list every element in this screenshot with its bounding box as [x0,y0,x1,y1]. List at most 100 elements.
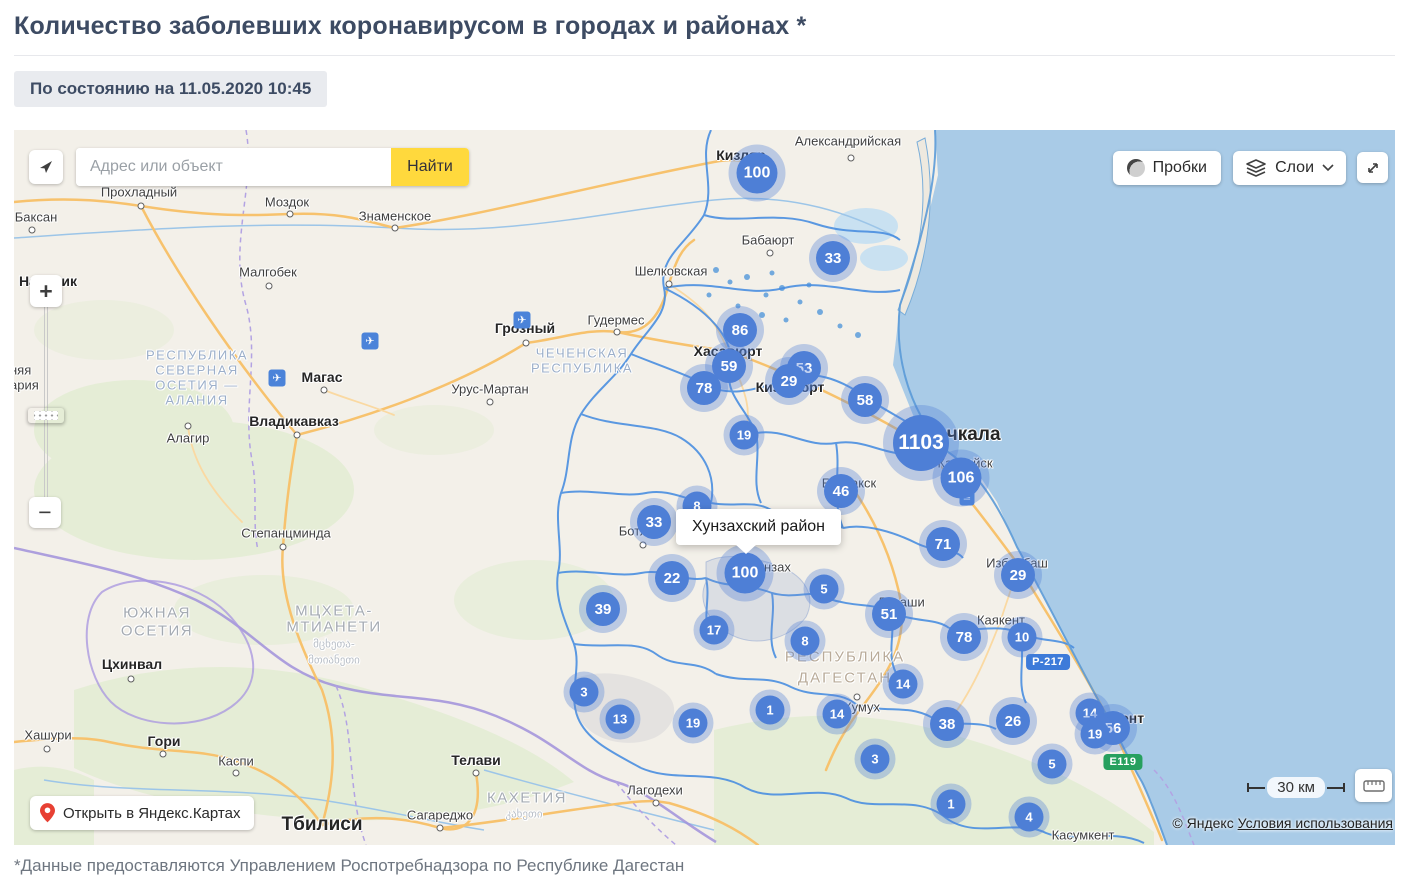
district-tooltip-text: Хунзахский район [692,518,825,535]
scale-line [1249,787,1265,789]
town-dot [287,211,294,218]
cluster-marker[interactable]: 100 [737,153,778,194]
map-place-label: Малгобек [239,265,297,280]
zoom-slider-handle[interactable] [27,407,65,424]
town-dot [473,770,480,777]
cluster-marker[interactable]: 19 [1081,720,1110,749]
cluster-marker[interactable]: 22 [655,561,689,595]
map-place-label: Бабаюрт [742,233,795,248]
zoom-in-button[interactable]: + [30,275,62,307]
road-badge: Е119 [1103,754,1142,770]
map-place-label: Знаменское [359,209,431,224]
cluster-marker[interactable]: 29 [772,364,806,398]
town-dot [640,542,647,549]
airport-icon: ✈ [269,370,286,387]
zoom-out-button[interactable]: − [29,497,61,528]
district-tooltip: Хунзахский район [676,509,841,545]
map-place-label: Касумкент [1052,828,1115,843]
header-divider [14,55,1395,56]
town-dot [294,432,301,439]
map-pin-icon [40,803,55,823]
cluster-marker[interactable]: 86 [723,313,757,347]
layers-button[interactable]: Слои [1233,151,1346,185]
map-place-label: ДАГЕСТАН [798,670,892,687]
geolocation-button[interactable] [29,150,63,184]
town-dot [767,250,774,257]
town-dot [280,544,287,551]
base-map-svg [14,130,1395,845]
cluster-marker[interactable]: 3 [570,678,599,707]
traffic-button-label: Пробки [1153,159,1207,177]
map-place-label: РЕСПУБЛИКА [146,348,248,363]
cluster-marker[interactable]: 4 [1015,803,1044,832]
map-place-label: ОСЕТИЯ — [155,378,238,393]
map-place-label: ЧЕЧЕНСКАЯ [536,346,629,361]
cluster-marker[interactable]: 58 [848,383,882,417]
ruler-button[interactable] [1355,769,1392,802]
cluster-marker[interactable]: 19 [730,421,759,450]
map-attribution: © Яндекс Условия использования [1172,815,1393,831]
cluster-marker[interactable]: 46 [824,474,858,508]
town-dot [854,694,861,701]
cluster-marker[interactable]: 1103 [893,415,949,471]
open-in-yandex-maps-button[interactable]: Открыть в Яндекс.Картах [30,796,254,830]
cluster-marker[interactable]: 26 [996,704,1030,738]
cluster-marker[interactable]: 38 [930,707,964,741]
map-place-label: ЮЖНАЯ [123,605,191,622]
town-dot [29,227,36,234]
cluster-marker[interactable]: 13 [606,705,635,734]
terms-of-use-link[interactable]: Условия использования [1238,815,1393,831]
cluster-marker[interactable]: 19 [679,709,708,738]
cluster-marker[interactable]: 78 [687,371,721,405]
map-place-label: Цхинвал [102,656,162,672]
cluster-marker[interactable]: 14 [889,670,918,699]
search-input[interactable] [76,148,391,186]
geolocation-arrow-icon [37,158,55,176]
map-place-label: Гори [148,733,181,749]
traffic-button[interactable]: Пробки [1113,151,1221,185]
zoom-slider-track[interactable] [44,307,48,497]
cluster-marker[interactable]: 1 [937,790,966,819]
cluster-marker[interactable]: 3 [861,745,890,774]
layers-button-label: Слои [1275,159,1314,177]
scale-bar: 30 км [1247,777,1345,798]
copyright-label: © Яндекс [1172,815,1233,831]
cluster-marker[interactable]: 106 [941,458,982,499]
cluster-marker[interactable]: 14 [823,700,852,729]
map-place-label: Урус-Мартан [451,382,528,397]
map-place-label: Алагир [167,431,210,446]
cluster-marker[interactable]: 100 [725,553,766,594]
cluster-marker[interactable]: 17 [700,616,729,645]
map-place-label: Прохладный [101,185,177,200]
cluster-marker[interactable]: 78 [947,620,981,654]
cluster-marker[interactable]: 5 [1038,750,1067,779]
scale-tick-right [1343,783,1345,792]
cluster-marker[interactable]: 5 [810,575,839,604]
map-place-label: Хашури [24,728,71,743]
town-dot [185,423,192,430]
map-place-label: ария [14,378,39,393]
page-header: Количество заболевших коронавирусом в го… [0,0,1409,56]
cluster-marker[interactable]: 10 [1008,623,1037,652]
as-of-date-badge: По состоянию на 11.05.2020 10:45 [14,71,327,107]
cluster-marker[interactable]: 33 [637,505,671,539]
map-place-label: СЕВЕРНАЯ [155,363,239,378]
fullscreen-button[interactable] [1357,152,1388,183]
map-place-label: Степанцминда [241,526,331,541]
page-title: Количество заболевших коронавирусом в го… [14,12,1395,41]
cluster-marker[interactable]: 71 [926,527,960,561]
find-button[interactable]: Найти [391,148,469,186]
map-place-label: КАХЕТИЯ [487,790,567,807]
map-canvas[interactable]: АлександрийскаяКизлярБабаюртПрохладныйМо… [14,130,1395,845]
cluster-marker[interactable]: 51 [872,597,906,631]
cluster-marker[interactable]: 8 [791,627,820,656]
map-place-label: მთიანეთი [308,654,360,667]
map-place-label: კახეთი [505,808,542,821]
cluster-marker[interactable]: 1 [756,696,785,725]
airport-icon: ✈ [514,312,531,329]
cluster-marker[interactable]: 29 [1001,558,1035,592]
cluster-marker[interactable]: 33 [816,241,850,275]
town-dot [666,281,673,288]
map-place-label: ОСЕТИЯ [121,623,193,640]
cluster-marker[interactable]: 39 [586,592,620,626]
